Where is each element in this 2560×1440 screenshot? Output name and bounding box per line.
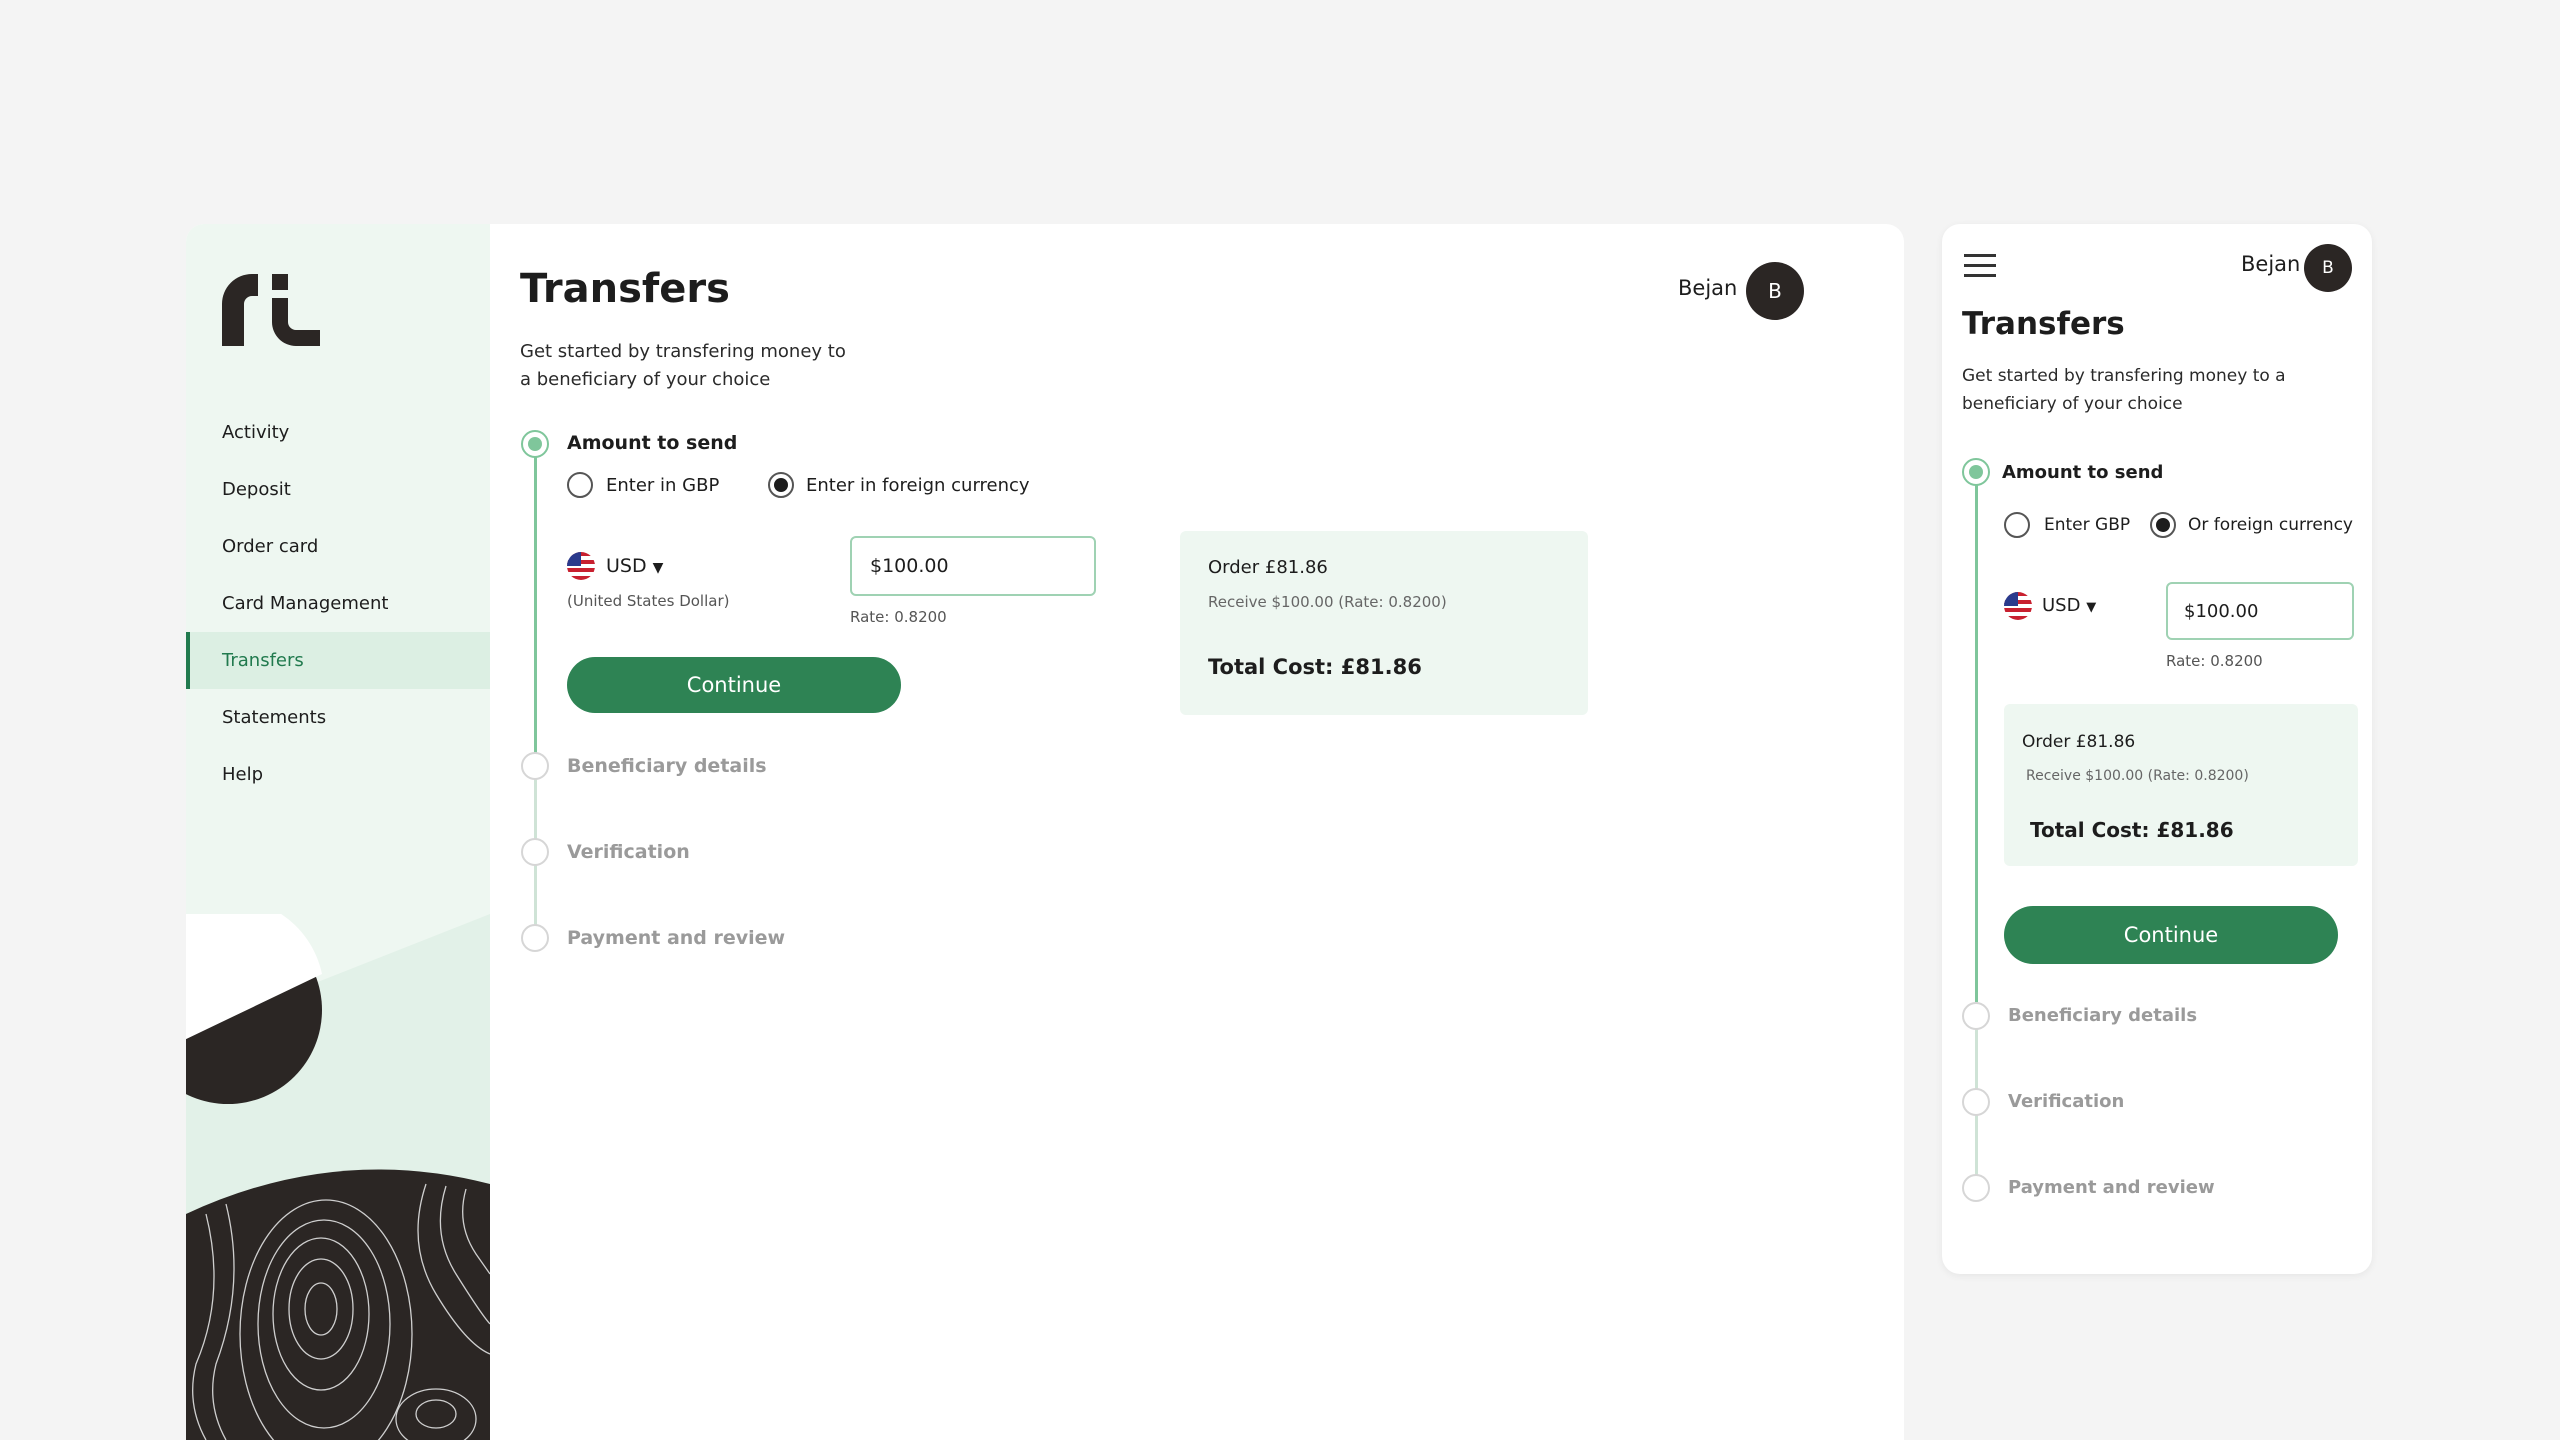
mobile-radio-enter-gbp[interactable] — [2004, 512, 2030, 538]
sidebar-item-card-management[interactable]: Card Management — [186, 575, 490, 632]
radio-enter-gbp-label[interactable]: Enter in GBP — [606, 475, 719, 496]
step-dot-beneficiary — [521, 752, 549, 780]
hamburger-icon[interactable] — [1964, 254, 1996, 278]
mobile-frame: Bejan B Transfers Get started by transfe… — [1942, 224, 2372, 1274]
mobile-user-name[interactable]: Bejan — [2241, 252, 2300, 276]
mobile-page-title: Transfers — [1962, 306, 2125, 342]
mobile-step-beneficiary-details[interactable]: Beneficiary details — [2008, 1005, 2197, 1026]
mobile-summary-order: Order £81.86 — [2022, 732, 2136, 752]
mobile-step-verification[interactable]: Verification — [2008, 1091, 2124, 1112]
mobile-summary-receive: Receive $100.00 (Rate: 0.8200) — [2026, 768, 2249, 784]
summary-order: Order £81.86 — [1208, 557, 1328, 578]
currency-select[interactable]: USD ▼ — [606, 555, 663, 577]
sidebar-item-activity[interactable]: Activity — [186, 404, 490, 461]
continue-button[interactable]: Continue — [567, 657, 901, 713]
amount-input[interactable] — [850, 536, 1096, 596]
mobile-radio-enter-foreign-label[interactable]: Or foreign currency — [2188, 515, 2353, 535]
caret-down-icon: ▼ — [652, 560, 664, 576]
step-payment-and-review[interactable]: Payment and review — [567, 927, 785, 949]
sidebar-item-deposit[interactable]: Deposit — [186, 461, 490, 518]
mobile-caret-down-icon: ▼ — [2086, 600, 2097, 615]
rate-label: Rate: 0.8200 — [850, 608, 947, 626]
sidebar-item-transfers[interactable]: Transfers — [186, 632, 490, 689]
mobile-continue-button[interactable]: Continue — [2004, 906, 2338, 964]
radio-enter-foreign-label[interactable]: Enter in foreign currency — [806, 475, 1030, 496]
sidebar-item-help[interactable]: Help — [186, 746, 490, 803]
user-name[interactable]: Bejan — [1678, 276, 1737, 300]
step-dot-payment — [521, 924, 549, 952]
currency-code: USD — [606, 555, 647, 577]
mobile-step-dot-beneficiary — [1962, 1002, 1990, 1030]
mobile-step-dot-amount — [1962, 458, 1990, 486]
logo-mark — [222, 274, 320, 346]
mobile-currency-select[interactable]: USD ▼ — [2042, 595, 2096, 616]
step-verification[interactable]: Verification — [567, 841, 690, 863]
summary-receive: Receive $100.00 (Rate: 0.8200) — [1208, 593, 1447, 611]
mobile-step-dot-payment — [1962, 1174, 1990, 1202]
mobile-radio-enter-gbp-label[interactable]: Enter GBP — [2044, 515, 2130, 535]
step-amount-to-send: Amount to send — [567, 432, 738, 454]
mobile-step-payment-and-review[interactable]: Payment and review — [2008, 1177, 2215, 1198]
sidebar: Activity Deposit Order card Card Managem… — [186, 224, 490, 1440]
mobile-radio-enter-foreign[interactable] — [2150, 512, 2176, 538]
step-dot-amount — [521, 430, 549, 458]
us-flag-icon — [567, 552, 595, 580]
step-beneficiary-details[interactable]: Beneficiary details — [567, 755, 767, 777]
mobile-currency-code: USD — [2042, 595, 2081, 616]
mobile-rate-label: Rate: 0.8200 — [2166, 652, 2263, 670]
order-summary: Order £81.86 Receive $100.00 (Rate: 0.82… — [1180, 531, 1588, 715]
page-title: Transfers — [520, 266, 730, 312]
mobile-amount-input[interactable] — [2166, 582, 2354, 640]
mobile-stepper-line — [1975, 474, 1978, 1190]
mobile-step-dot-verification — [1962, 1088, 1990, 1116]
mobile-avatar[interactable]: B — [2304, 244, 2352, 292]
currency-name: (United States Dollar) — [567, 592, 730, 610]
mobile-step-amount-to-send: Amount to send — [2002, 462, 2164, 483]
mobile-order-summary: Order £81.86 Receive $100.00 (Rate: 0.82… — [2004, 704, 2358, 866]
sidebar-decoration — [186, 914, 490, 1440]
radio-enter-gbp[interactable] — [567, 472, 593, 498]
step-dot-verification — [521, 838, 549, 866]
mobile-us-flag-icon — [2004, 592, 2032, 620]
sidebar-item-order-card[interactable]: Order card — [186, 518, 490, 575]
radio-enter-foreign[interactable] — [768, 472, 794, 498]
desktop-frame: Activity Deposit Order card Card Managem… — [186, 224, 1904, 1440]
mobile-page-subtitle: Get started by transfering money to a be… — [1962, 366, 2286, 414]
summary-total: Total Cost: £81.86 — [1208, 655, 1422, 679]
avatar[interactable]: B — [1746, 262, 1804, 320]
mobile-summary-total: Total Cost: £81.86 — [2030, 818, 2234, 842]
sidebar-item-statements[interactable]: Statements — [186, 689, 490, 746]
page-subtitle: Get started by transfering money to a be… — [520, 341, 846, 390]
